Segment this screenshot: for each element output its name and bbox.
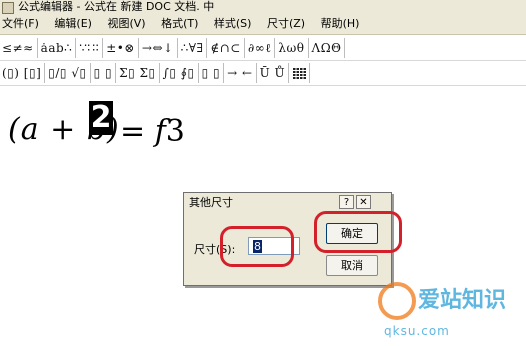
- menu-format[interactable]: 格式(T): [155, 14, 204, 34]
- menu-style[interactable]: 样式(S): [208, 14, 258, 34]
- menu-view[interactable]: 视图(V): [101, 14, 151, 34]
- menu-size[interactable]: 尺寸(Z): [261, 14, 311, 34]
- size-input-value: 8: [253, 240, 262, 253]
- misc-symbols-button[interactable]: ∂∞ℓ: [245, 38, 276, 58]
- fence-templates-button[interactable]: (▯) [▯]: [0, 63, 46, 83]
- subscript-templates-button[interactable]: ▯ ▯: [91, 63, 117, 83]
- symbol-toolbar: ≤≠≈ ȧab∴ ∵∷∶ ±•⊗ →⇔↓ ∴∀∃ ∉∩⊂ ∂∞ℓ λωθ ΛΩΘ: [0, 36, 526, 61]
- ok-button[interactable]: 确定: [326, 223, 378, 244]
- watermark-text: 爱站知识: [418, 288, 507, 313]
- labeled-arrow-templates-button[interactable]: → ←: [224, 63, 257, 83]
- underbar-overbar-templates-button[interactable]: ▯ ▯: [199, 63, 225, 83]
- dialog-titlebar: 其他尺寸 ? ✕: [184, 193, 391, 212]
- app-icon: [2, 2, 14, 14]
- size-label: 尺寸(S):: [194, 243, 236, 256]
- help-button[interactable]: ?: [339, 195, 354, 209]
- greek-uppercase-button[interactable]: ΛΩΘ: [309, 38, 346, 58]
- menu-help[interactable]: 帮助(H): [315, 14, 366, 34]
- watermark: 爱站知识 qksu.com: [378, 268, 526, 346]
- matrix-grid-icon: [292, 67, 307, 79]
- embellishments-button[interactable]: ∵∷∶: [76, 38, 104, 58]
- formula-number: 3: [165, 114, 185, 149]
- matrix-templates-button[interactable]: [289, 63, 311, 83]
- set-theory-symbols-button[interactable]: ∉∩⊂: [207, 38, 245, 58]
- relational-symbols-button[interactable]: ≤≠≈: [0, 38, 38, 58]
- template-toolbar: (▯) [▯] ▯/▯ √▯ ▯ ▯ Σ▯ Σ▯ ∫▯ ∮▯ ▯ ▯ → ← Ū…: [0, 61, 526, 86]
- watermark-logo-icon: [378, 282, 416, 320]
- product-templates-button[interactable]: Ū Ů: [257, 63, 290, 83]
- menu-bar: 文件(F) 编辑(E) 视图(V) 格式(T) 样式(S) 尺寸(Z) 帮助(H…: [0, 14, 526, 35]
- watermark-url: qksu.com: [384, 324, 450, 338]
- arrow-symbols-button[interactable]: →⇔↓: [139, 38, 178, 58]
- greek-lowercase-button[interactable]: λωθ: [275, 38, 309, 58]
- cancel-button[interactable]: 取消: [326, 255, 378, 276]
- formula-equals: =: [120, 114, 155, 149]
- close-button[interactable]: ✕: [356, 195, 371, 209]
- formula-right-side: = f3: [120, 114, 185, 149]
- window-title: 公式编辑器 - 公式在 新建 DOC 文档. 中: [18, 0, 215, 13]
- formula-superscript-selected[interactable]: 2: [89, 101, 113, 135]
- menu-file[interactable]: 文件(F): [0, 14, 45, 34]
- fraction-radical-templates-button[interactable]: ▯/▯ √▯: [45, 63, 91, 83]
- integral-templates-button[interactable]: ∫▯ ∮▯: [160, 63, 199, 83]
- dialog-title: 其他尺寸: [189, 196, 233, 209]
- menu-edit[interactable]: 编辑(E): [48, 14, 98, 34]
- operator-symbols-button[interactable]: ±•⊗: [103, 38, 139, 58]
- size-input[interactable]: 8: [248, 237, 300, 255]
- summation-templates-button[interactable]: Σ▯ Σ▯: [116, 63, 160, 83]
- window-titlebar: 公式编辑器 - 公式在 新建 DOC 文档. 中: [0, 0, 526, 14]
- logical-symbols-button[interactable]: ∴∀∃: [178, 38, 208, 58]
- formula-variable: f: [154, 114, 166, 149]
- spaces-ellipses-button[interactable]: ȧab∴: [38, 38, 77, 58]
- other-size-dialog: 其他尺寸 ? ✕ 尺寸(S): 8 确定 取消: [183, 192, 392, 286]
